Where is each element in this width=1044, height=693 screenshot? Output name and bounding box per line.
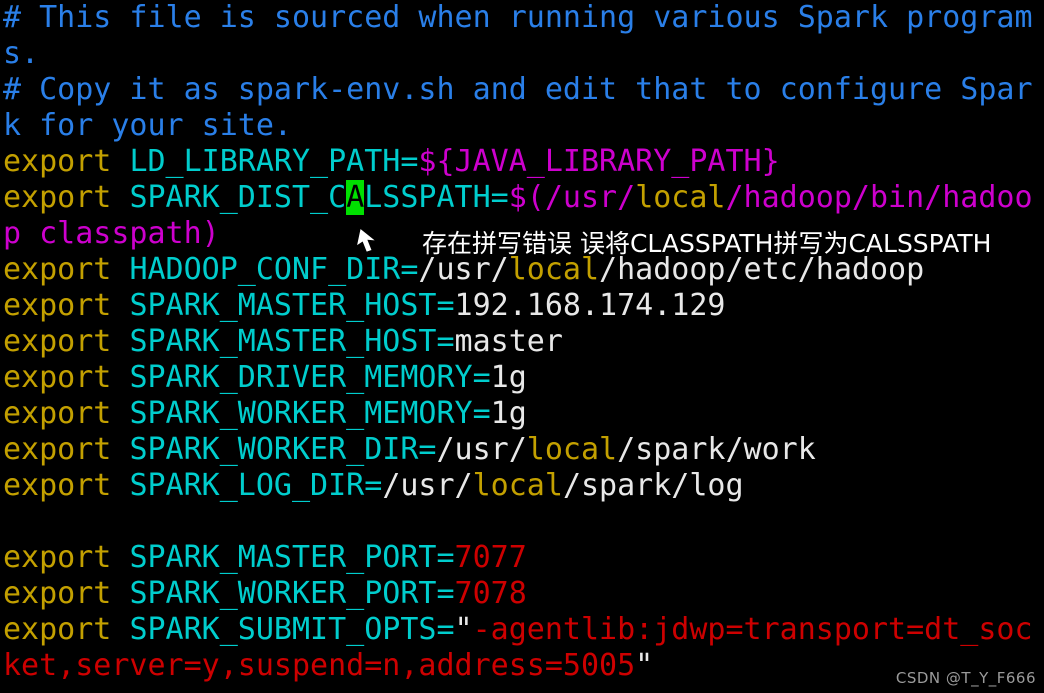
code-segment: export: [3, 396, 130, 431]
code-segment: 192.168.174.129: [454, 288, 726, 323]
code-line: k for your site.: [0, 108, 1044, 144]
terminal-window[interactable]: # This file is sourced when running vari…: [0, 0, 1044, 693]
code-segment: SPARK_DIST_C: [129, 180, 347, 215]
code-segment: # Copy it as spark-env.sh and edit that …: [3, 72, 1033, 107]
code-segment: SPARK_WORKER_PORT=: [129, 576, 455, 611]
code-segment: /usr/: [382, 468, 473, 503]
code-line: # This file is sourced when running vari…: [0, 0, 1044, 36]
code-segment: LSSPATH=: [364, 180, 509, 215]
code-line: ket,server=y,suspend=n,address=5005": [0, 648, 1044, 684]
code-segment: SPARK_WORKER_MEMORY=: [129, 396, 491, 431]
code-line: s.: [0, 36, 1044, 72]
code-line: export SPARK_WORKER_DIR=/usr/local/spark…: [0, 432, 1044, 468]
code-segment: 7077: [454, 540, 527, 575]
code-line: [0, 504, 1044, 540]
code-segment: export: [3, 360, 130, 395]
code-segment: SPARK_MASTER_HOST=: [129, 324, 455, 359]
code-line: export SPARK_SUBMIT_OPTS="-agentlib:jdwp…: [0, 612, 1044, 648]
code-line: export SPARK_MASTER_HOST=master: [0, 324, 1044, 360]
code-line: export SPARK_MASTER_PORT=7077: [0, 540, 1044, 576]
code-segment: $(/usr/: [508, 180, 636, 215]
code-line: export SPARK_LOG_DIR=/usr/local/spark/lo…: [0, 468, 1044, 504]
code-segment: 1g: [490, 396, 527, 431]
spark-env-template-file-content[interactable]: # This file is sourced when running vari…: [0, 0, 1044, 684]
code-segment: SPARK_MASTER_PORT=: [129, 540, 455, 575]
code-segment: ket,server=y,suspend=n,address=5005: [3, 648, 636, 683]
code-segment: /usr/: [436, 432, 527, 467]
code-segment: s.: [3, 36, 40, 71]
code-segment: 7078: [454, 576, 527, 611]
code-line: export SPARK_WORKER_MEMORY=1g: [0, 396, 1044, 432]
code-segment: local: [635, 180, 726, 215]
code-segment: SPARK_SUBMIT_OPTS=: [129, 612, 455, 647]
code-segment: export: [3, 252, 130, 287]
code-segment: export: [3, 144, 130, 179]
code-segment: k for your site.: [3, 108, 292, 143]
code-segment: master: [454, 324, 563, 359]
code-line: export SPARK_DRIVER_MEMORY=1g: [0, 360, 1044, 396]
code-line: export SPARK_WORKER_PORT=7078: [0, 576, 1044, 612]
code-segment: SPARK_WORKER_DIR=: [129, 432, 437, 467]
code-segment: export: [3, 180, 130, 215]
code-segment: SPARK_MASTER_HOST=: [129, 288, 455, 323]
code-segment: local: [472, 468, 563, 503]
code-segment: p classpath): [3, 216, 220, 251]
code-segment: export: [3, 468, 130, 503]
code-segment: export: [3, 576, 130, 611]
code-segment: ": [635, 648, 654, 683]
spelling-error-annotation: 存在拼写错误 误将CLASSPATH拼写为CALSSPATH: [422, 229, 992, 258]
code-segment: export: [3, 432, 130, 467]
arrow-cursor-icon: [355, 227, 390, 258]
code-segment: export: [3, 612, 130, 647]
code-segment: export: [3, 540, 130, 575]
code-segment: /spark/work: [617, 432, 816, 467]
code-segment: 1g: [490, 360, 527, 395]
code-segment: export: [3, 324, 130, 359]
code-line: export LD_LIBRARY_PATH=${JAVA_LIBRARY_PA…: [0, 144, 1044, 180]
text-cursor[interactable]: A: [346, 180, 365, 215]
code-segment: -agentlib:jdwp=transport=dt_soc: [472, 612, 1033, 647]
code-segment: LD_LIBRARY_PATH=: [129, 144, 419, 179]
code-segment: local: [526, 432, 618, 467]
csdn-watermark: CSDN @T_Y_F666: [895, 669, 1036, 687]
code-segment: /spark/log: [562, 468, 744, 503]
code-segment: # This file is sourced when running vari…: [3, 0, 1033, 35]
code-segment: export: [3, 288, 130, 323]
code-line: # Copy it as spark-env.sh and edit that …: [0, 72, 1044, 108]
code-segment: /hadoop/bin/hadoo: [725, 180, 1033, 215]
code-line: export SPARK_MASTER_HOST=192.168.174.129: [0, 288, 1044, 324]
code-line: export SPARK_DIST_CALSSPATH=$(/usr/local…: [0, 180, 1044, 216]
code-segment: ${JAVA_LIBRARY_PATH}: [418, 144, 780, 179]
code-segment: SPARK_LOG_DIR=: [129, 468, 383, 503]
code-segment: SPARK_DRIVER_MEMORY=: [129, 360, 491, 395]
code-segment: ": [454, 612, 473, 647]
